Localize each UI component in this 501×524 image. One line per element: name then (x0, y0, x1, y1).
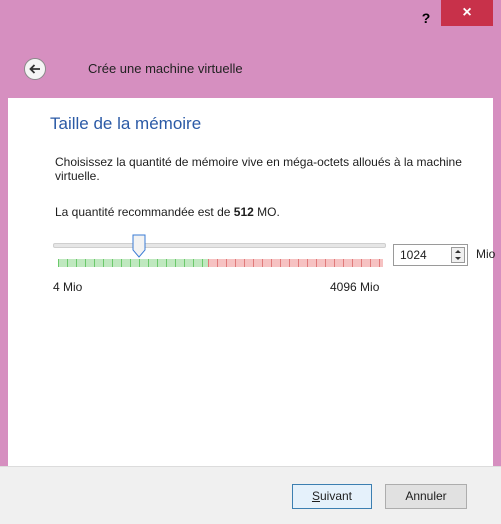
next-button[interactable]: Suivant (292, 484, 372, 509)
button-bar: Suivant Annuler (0, 466, 501, 524)
recommendation-prefix: La quantité recommandée est de (55, 205, 234, 219)
page-title: Taille de la mémoire (50, 114, 202, 133)
description-text: Choisissez la quantité de mémoire vive e… (55, 155, 462, 183)
memory-unit-label: Mio (476, 247, 496, 261)
recommended-value: 512 (233, 205, 254, 219)
cancel-button[interactable]: Annuler (385, 484, 467, 509)
recommended-range (58, 259, 208, 267)
wizard-title: Crée une machine virtuelle (88, 61, 243, 76)
excess-range (208, 259, 383, 267)
back-button[interactable] (24, 58, 46, 80)
recommendation-suffix: MO. (253, 205, 280, 219)
recommendation-text: La quantité recommandée est de 512 MO. (55, 205, 280, 219)
slider-handle[interactable] (132, 234, 146, 258)
slider-min-label: 4 Mio (53, 280, 83, 294)
help-button[interactable]: ? (414, 8, 438, 28)
memory-spinbox[interactable]: 1024 (393, 244, 468, 266)
slider-ticks (58, 259, 383, 267)
title-bar: ? × (0, 0, 501, 38)
back-arrow-icon (29, 64, 40, 74)
next-label: uivant (319, 489, 353, 503)
dialog-window: ? × Crée une machine virtuelle Taille de… (0, 0, 501, 524)
memory-slider[interactable] (53, 234, 386, 270)
next-mnemonic: S (311, 489, 320, 503)
slider-max-label: 4096 Mio (330, 280, 380, 294)
wizard-header: Crée une machine virtuelle (0, 44, 501, 96)
close-button[interactable]: × (441, 0, 493, 26)
spin-buttons[interactable] (451, 247, 465, 263)
spin-up-icon[interactable] (452, 248, 464, 255)
memory-value-input[interactable]: 1024 (400, 248, 427, 262)
content-panel: Taille de la mémoire Choisissez la quant… (8, 98, 496, 466)
slider-track[interactable] (53, 243, 386, 248)
spin-down-icon[interactable] (452, 255, 464, 262)
